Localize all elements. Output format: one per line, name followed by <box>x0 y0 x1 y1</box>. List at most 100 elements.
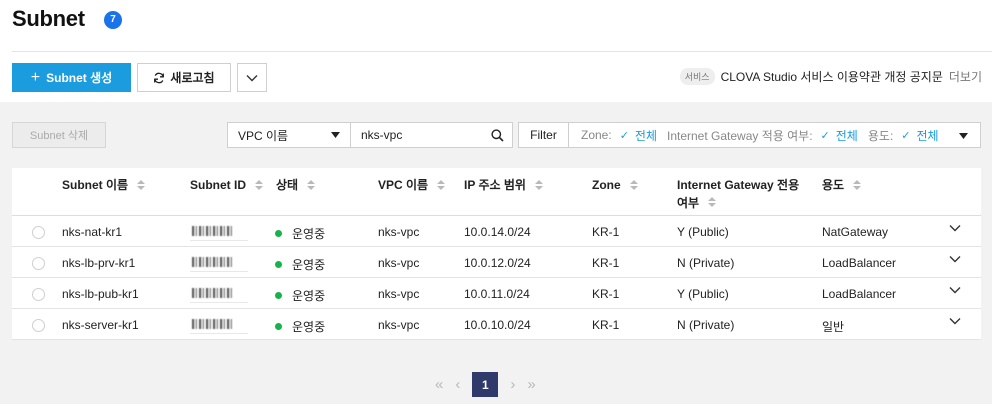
page-header: Subnet 7 <box>0 0 992 52</box>
cell-usage: LoadBalancer <box>822 256 897 270</box>
cell-vpc-name: nks-vpc <box>378 287 420 301</box>
column-header-igw[interactable]: Internet Gateway 전용 여부 <box>677 177 805 212</box>
filter-usage-value: 전체 <box>916 128 939 143</box>
cell-ip-range: 10.0.14.0/24 <box>464 225 531 239</box>
sort-icon[interactable] <box>629 180 638 190</box>
column-header-subnet-name[interactable]: Subnet 이름 <box>62 177 146 194</box>
column-header-usage[interactable]: 용도 <box>822 177 862 194</box>
cell-ip-range: 10.0.11.0/24 <box>464 287 530 301</box>
cell-igw: N (Private) <box>677 256 735 270</box>
table-row[interactable]: nks-server-kr1 운영중 nks-vpc 10.0.10.0/24 … <box>12 309 981 340</box>
prev-page-icon[interactable]: ‹ <box>455 376 460 393</box>
expand-row-icon[interactable] <box>949 224 961 232</box>
cell-ip-range: 10.0.10.0/24 <box>464 318 531 332</box>
sort-icon[interactable] <box>534 180 543 190</box>
masked-subnet-id <box>190 285 248 303</box>
first-page-icon[interactable]: « <box>435 376 443 393</box>
caret-down-icon <box>331 132 340 138</box>
cell-ip-range: 10.0.12.0/24 <box>464 256 531 270</box>
check-icon: ✓ <box>901 129 911 142</box>
check-icon: ✓ <box>820 129 830 142</box>
status-running-icon <box>275 261 282 269</box>
cell-igw: Y (Public) <box>677 287 729 301</box>
page-button-current[interactable]: 1 <box>472 372 499 397</box>
cell-usage: 일반 <box>822 320 845 334</box>
count-badge: 7 <box>104 11 122 29</box>
status-running-icon <box>275 292 282 300</box>
notice-tag: 서비스 <box>679 68 715 85</box>
cell-vpc-name: nks-vpc <box>378 318 420 332</box>
sort-icon[interactable] <box>307 180 316 190</box>
column-header-status[interactable]: 상태 <box>276 177 316 194</box>
cell-igw: Y (Public) <box>677 225 729 239</box>
sort-icon[interactable] <box>708 197 717 207</box>
cell-status: 운영중 <box>275 256 325 273</box>
more-actions-button[interactable] <box>237 63 267 92</box>
search-input[interactable] <box>361 128 491 142</box>
cell-subnet-name: nks-server-kr1 <box>62 318 139 332</box>
row-select-radio[interactable] <box>32 319 45 332</box>
cell-vpc-name: nks-vpc <box>378 256 420 270</box>
table-row[interactable]: nks-nat-kr1 운영중 nks-vpc 10.0.14.0/24 KR-… <box>12 216 981 247</box>
search-icon[interactable] <box>491 128 504 142</box>
table-row[interactable]: nks-lb-pub-kr1 운영중 nks-vpc 10.0.11.0/24 … <box>12 278 981 309</box>
search-box <box>350 122 513 148</box>
caret-down-icon <box>959 133 968 139</box>
masked-subnet-id <box>190 223 248 241</box>
toolbar: + Subnet 생성 새로고침 서비스 CLOVA Studio 서비스 이용… <box>0 52 992 102</box>
cell-subnet-name: nks-lb-prv-kr1 <box>62 256 136 270</box>
filter-zone-value: 전체 <box>634 128 657 143</box>
row-select-radio[interactable] <box>32 257 45 270</box>
chevron-down-icon <box>246 74 258 81</box>
cell-usage: LoadBalancer <box>822 287 897 301</box>
cell-zone: KR-1 <box>592 318 620 332</box>
service-notice: 서비스 CLOVA Studio 서비스 이용약관 개정 공지문 더보기 <box>679 68 982 85</box>
search-field-select[interactable]: VPC 이름 <box>227 122 351 148</box>
status-running-icon <box>275 230 282 238</box>
column-header-zone[interactable]: Zone <box>592 177 638 194</box>
notice-link[interactable]: CLOVA Studio 서비스 이용약관 개정 공지문 <box>721 68 943 85</box>
status-running-icon <box>275 323 282 331</box>
row-select-radio[interactable] <box>32 288 45 301</box>
cell-status: 운영중 <box>275 287 325 304</box>
filter-zone-label: Zone: <box>581 128 612 142</box>
last-page-icon[interactable]: » <box>527 376 535 393</box>
filter-usage-label: 용도: <box>867 128 894 143</box>
cell-zone: KR-1 <box>592 256 620 270</box>
delete-subnet-button[interactable]: Subnet 삭제 <box>12 122 106 148</box>
filter-summary[interactable]: Zone: ✓ 전체 Internet Gateway 적용 여부: ✓ 전체 … <box>569 122 981 148</box>
subnet-table: Subnet 이름 Subnet ID 상태 VPC 이름 IP 주소 범위 Z… <box>12 168 981 340</box>
row-select-radio[interactable] <box>32 226 45 239</box>
expand-row-icon[interactable] <box>949 286 961 294</box>
sort-icon[interactable] <box>853 180 862 190</box>
masked-subnet-id <box>190 316 248 334</box>
sort-icon[interactable] <box>255 180 263 190</box>
column-header-subnet-id[interactable]: Subnet ID <box>190 177 263 194</box>
notice-more-link[interactable]: 더보기 <box>949 68 982 85</box>
cell-subnet-name: nks-lb-pub-kr1 <box>62 287 139 301</box>
cell-status: 운영중 <box>275 225 325 242</box>
masked-subnet-id <box>190 254 248 272</box>
table-header: Subnet 이름 Subnet ID 상태 VPC 이름 IP 주소 범위 Z… <box>12 168 981 216</box>
sort-icon[interactable] <box>137 180 146 190</box>
sort-icon[interactable] <box>437 180 446 190</box>
expand-row-icon[interactable] <box>949 255 961 263</box>
column-header-ip-range[interactable]: IP 주소 범위 <box>464 177 543 194</box>
create-subnet-button[interactable]: + Subnet 생성 <box>12 63 131 92</box>
refresh-icon <box>154 72 165 83</box>
pagination: « ‹ 1 › » <box>435 372 536 397</box>
refresh-label: 새로고침 <box>170 71 215 85</box>
create-subnet-label: Subnet 생성 <box>46 71 113 85</box>
cell-subnet-name: nks-nat-kr1 <box>62 225 123 239</box>
filter-button[interactable]: Filter <box>518 122 569 148</box>
table-row[interactable]: nks-lb-prv-kr1 운영중 nks-vpc 10.0.12.0/24 … <box>12 247 981 278</box>
cell-status: 운영중 <box>275 318 325 335</box>
column-header-vpc-name[interactable]: VPC 이름 <box>378 177 446 194</box>
next-page-icon[interactable]: › <box>510 376 515 393</box>
expand-row-icon[interactable] <box>949 317 961 325</box>
filter-igw-label: Internet Gateway 적용 여부: <box>667 128 813 143</box>
cell-usage: NatGateway <box>822 225 889 239</box>
check-icon: ✓ <box>619 129 629 142</box>
plus-icon: + <box>30 68 41 86</box>
refresh-button[interactable]: 새로고침 <box>137 63 231 92</box>
